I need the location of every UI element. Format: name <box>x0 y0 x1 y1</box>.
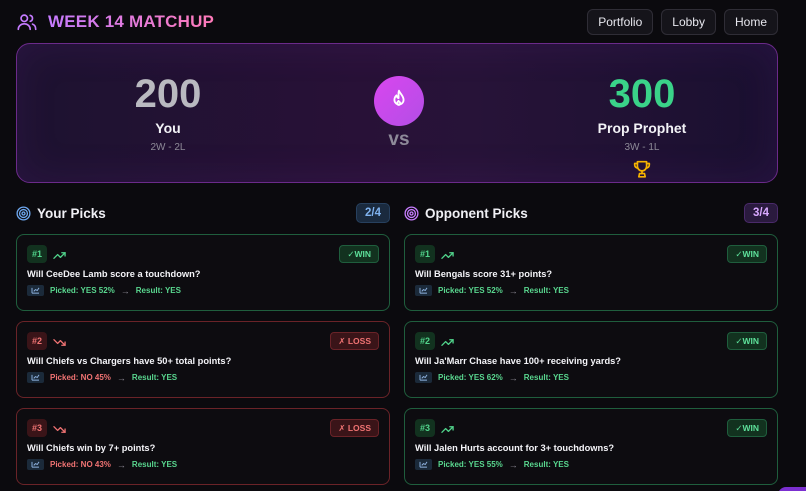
result-value: Result: YES <box>523 286 569 295</box>
opponent-pick-card[interactable]: #2 ✓WIN Will Ja'Marr Chase have 100+ rec… <box>404 321 778 398</box>
pick-number: #2 <box>27 332 47 350</box>
pick-card[interactable]: #3 ✗ LOSS Will Chiefs win by 7+ points? … <box>16 408 390 485</box>
picked-value: Picked: YES 52% <box>438 286 503 295</box>
pick-number: #3 <box>415 419 435 437</box>
pick-summary: Picked: YES 55% → Result: YES <box>415 458 569 471</box>
your-picks-title: Your Picks <box>37 205 106 221</box>
pick-summary: Picked: NO 43% → Result: YES <box>27 458 177 471</box>
your-score: 200 <box>134 72 202 116</box>
top-nav: Portfolio Lobby Home <box>587 8 778 35</box>
pick-summary: Picked: NO 45% → Result: YES <box>27 371 177 384</box>
chart-icon <box>415 285 432 296</box>
pick-summary: Picked: YES 62% → Result: YES <box>415 371 569 384</box>
result-badge: ✓WIN <box>339 245 379 263</box>
portfolio-button[interactable]: Portfolio <box>587 8 654 35</box>
your-side: 200 You 2W - 2L <box>113 72 223 153</box>
picked-value: Picked: YES 62% <box>438 373 503 382</box>
opponent-picks-title: Opponent Picks <box>425 205 528 221</box>
home-button[interactable]: Home <box>723 8 778 35</box>
pick-question: Will Bengals score 31+ points? <box>415 269 553 279</box>
opponent-picks-header: Opponent Picks 3/4 <box>404 203 778 223</box>
chart-icon <box>415 459 432 470</box>
your-record: 2W - 2L <box>150 142 186 153</box>
trend-up-icon <box>441 248 454 259</box>
chart-icon <box>27 459 44 470</box>
picked-value: Picked: NO 43% <box>50 460 111 469</box>
opponent-picks-title-wrap: Opponent Picks <box>404 206 528 221</box>
pick-number: #1 <box>415 245 435 263</box>
trend-down-icon <box>53 335 66 346</box>
arrow-right-icon: → <box>508 372 518 383</box>
opponent-score: 300 <box>608 72 676 116</box>
vs-label: vs <box>388 129 410 150</box>
trend-down-icon <box>53 422 66 433</box>
target-icon <box>404 205 419 221</box>
arrow-right-icon: → <box>508 459 518 470</box>
pick-number: #2 <box>415 332 435 350</box>
pick-card[interactable]: #1 ✓WIN Will CeeDee Lamb score a touchdo… <box>16 234 390 311</box>
trend-up-icon <box>441 335 454 346</box>
result-value: Result: YES <box>131 373 178 382</box>
floating-action-button[interactable] <box>778 487 806 491</box>
users-icon <box>16 11 38 33</box>
chart-icon <box>27 285 44 296</box>
target-icon <box>16 205 31 221</box>
page-title: WEEK 14 MATCHUP <box>48 11 215 31</box>
pick-question: Will Jalen Hurts account for 3+ touchdow… <box>415 443 615 453</box>
result-value: Result: YES <box>523 373 569 382</box>
top-bar: WEEK 14 MATCHUP Portfolio Lobby Home <box>0 0 806 43</box>
picked-value: Picked: YES 52% <box>50 286 115 295</box>
chart-icon <box>415 372 432 383</box>
arrow-right-icon: → <box>116 372 126 383</box>
trend-up-icon <box>441 422 454 433</box>
trophy-icon <box>631 158 653 180</box>
opponent-pick-card[interactable]: #1 ✓WIN Will Bengals score 31+ points? P… <box>404 234 778 311</box>
flame-icon <box>388 88 410 115</box>
pick-summary: Picked: YES 52% → Result: YES <box>415 284 569 297</box>
opponent-record: 3W - 1L <box>624 142 660 153</box>
arrow-right-icon: → <box>120 285 130 296</box>
opponent-side: 300 Prop Prophet 3W - 1L <box>583 72 701 185</box>
your-picks-count: 2/4 <box>356 203 390 223</box>
matchup-card: 200 You 2W - 2L vs 300 Prop Prophet 3W -… <box>16 43 778 183</box>
opponent-name: Prop Prophet <box>597 120 687 136</box>
pick-question: Will CeeDee Lamb score a touchdown? <box>27 269 201 279</box>
pick-summary: Picked: YES 52% → Result: YES <box>27 284 181 297</box>
pick-question: Will Ja'Marr Chase have 100+ receiving y… <box>415 356 621 366</box>
pick-question: Will Chiefs win by 7+ points? <box>27 443 156 453</box>
result-badge: ✗ LOSS <box>330 332 379 350</box>
result-value: Result: YES <box>523 460 569 469</box>
picked-value: Picked: YES 55% <box>438 460 503 469</box>
arrow-right-icon: → <box>116 459 126 470</box>
result-badge: ✓WIN <box>727 245 767 263</box>
brand: WEEK 14 MATCHUP <box>16 11 214 33</box>
opponent-picks-count: 3/4 <box>744 203 778 223</box>
pick-number: #3 <box>27 419 47 437</box>
trend-up-icon <box>53 248 66 259</box>
pick-question: Will Chiefs vs Chargers have 50+ total p… <box>27 356 232 366</box>
result-badge: ✓WIN <box>727 332 767 350</box>
result-badge: ✓WIN <box>727 419 767 437</box>
your-picks-title-wrap: Your Picks <box>16 206 106 221</box>
flame-badge <box>374 76 424 126</box>
picked-value: Picked: NO 45% <box>50 373 111 382</box>
opponent-pick-card[interactable]: #3 ✓WIN Will Jalen Hurts account for 3+ … <box>404 408 778 485</box>
pick-card[interactable]: #2 ✗ LOSS Will Chiefs vs Chargers have 5… <box>16 321 390 398</box>
your-picks-header: Your Picks 2/4 <box>16 203 390 223</box>
chart-icon <box>27 372 44 383</box>
arrow-right-icon: → <box>508 285 518 296</box>
result-value: Result: YES <box>135 286 181 295</box>
result-value: Result: YES <box>131 460 178 469</box>
result-badge: ✗ LOSS <box>330 419 379 437</box>
your-name: You <box>155 120 181 136</box>
pick-number: #1 <box>27 245 47 263</box>
lobby-button[interactable]: Lobby <box>661 8 716 35</box>
